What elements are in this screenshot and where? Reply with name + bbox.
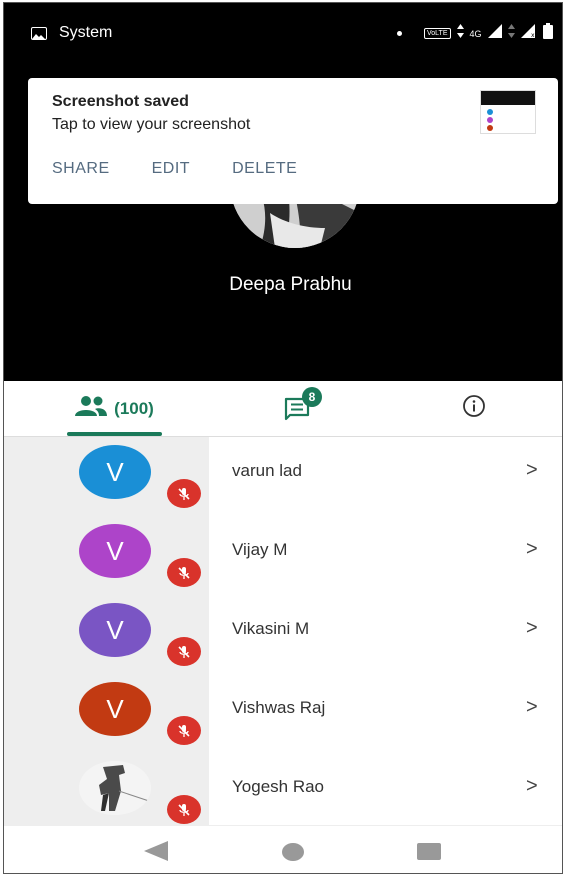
notification-actions: SHARE EDIT DELETE	[52, 160, 297, 178]
mic-off-icon	[167, 479, 201, 508]
notification-dot-icon	[397, 31, 402, 36]
signal-icon-2: x	[520, 24, 537, 43]
list-item[interactable]: V varun lad >	[4, 437, 562, 516]
mic-off-icon	[167, 795, 201, 824]
participant-name: Vijay M	[232, 540, 288, 559]
navigation-bar	[4, 825, 562, 873]
chevron-right-icon[interactable]: >	[526, 459, 538, 482]
signal-icon	[487, 24, 502, 43]
avatar: V	[79, 682, 151, 736]
home-icon[interactable]	[282, 843, 304, 861]
back-icon[interactable]	[144, 841, 168, 866]
image-icon	[31, 27, 47, 40]
chat-icon	[284, 397, 310, 425]
notification-title: Screenshot saved	[52, 93, 189, 110]
active-tab-indicator	[67, 432, 162, 436]
edit-button[interactable]: EDIT	[152, 160, 190, 178]
participants-count: (100)	[114, 398, 154, 418]
chevron-right-icon[interactable]: >	[526, 538, 538, 561]
delete-button[interactable]: DELETE	[232, 160, 297, 178]
chevron-right-icon[interactable]: >	[526, 696, 538, 719]
svg-text:x: x	[531, 32, 535, 38]
status-bar: System VoLTE 4G x	[4, 3, 562, 63]
chevron-right-icon[interactable]: >	[526, 617, 538, 640]
tab-info[interactable]	[444, 381, 504, 436]
volte-icon: VoLTE	[424, 28, 451, 39]
participant-name: Yogesh Rao	[232, 777, 325, 796]
list-item[interactable]: V Vishwas Raj >	[4, 674, 562, 753]
list-item[interactable]: V Vijay M >	[4, 516, 562, 595]
battery-icon	[542, 23, 553, 44]
chevron-right-icon[interactable]: >	[526, 775, 538, 798]
avatar: V	[79, 524, 151, 578]
participant-name: Vishwas Raj	[232, 698, 326, 717]
list-item[interactable]: V Vikasini M >	[4, 595, 562, 674]
tab-bar: (100) 8	[4, 381, 562, 437]
mic-off-icon	[167, 558, 201, 587]
mic-off-icon	[167, 716, 201, 745]
screenshot-thumbnail[interactable]	[480, 90, 536, 134]
info-icon	[462, 394, 486, 423]
tab-participants[interactable]: (100)	[64, 381, 164, 436]
host-name: Deepa Prabhu	[229, 274, 352, 295]
mic-off-icon	[167, 637, 201, 666]
notification-subtitle: Tap to view your screenshot	[52, 116, 251, 133]
chat-unread-badge: 8	[302, 386, 322, 407]
system-icons: VoLTE 4G x	[424, 23, 553, 44]
list-item[interactable]: Yogesh Rao >	[4, 753, 562, 832]
recents-icon[interactable]	[417, 843, 441, 860]
avatar: V	[79, 445, 151, 499]
participant-name: varun lad	[232, 461, 302, 480]
avatar: V	[79, 603, 151, 657]
people-icon	[74, 396, 108, 421]
app-frame: System VoLTE 4G x Deepa Prabhu Screensho…	[3, 2, 563, 874]
data-arrows-icon-2	[507, 24, 515, 43]
network-type: 4G	[469, 28, 482, 39]
data-arrows-icon	[456, 24, 464, 43]
participant-list[interactable]: V varun lad > V Vijay M > V Vikasini M >…	[4, 437, 562, 825]
avatar-photo	[79, 761, 151, 815]
screenshot-notification[interactable]: Screenshot saved Tap to view your screen…	[28, 78, 558, 204]
share-button[interactable]: SHARE	[52, 160, 110, 178]
tab-chat[interactable]: 8	[264, 381, 334, 436]
participant-name: Vikasini M	[232, 619, 310, 638]
status-app-name: System	[59, 24, 113, 41]
